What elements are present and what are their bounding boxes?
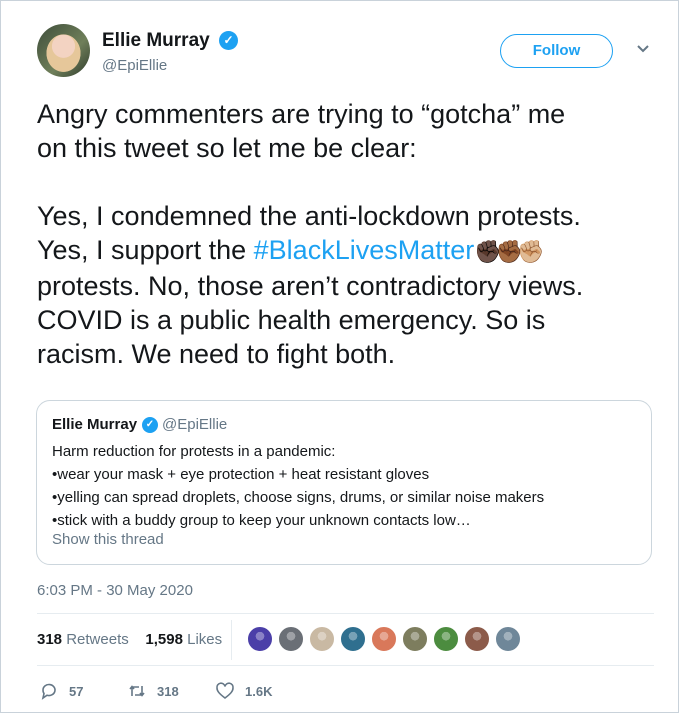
- tweet-text: Angry commenters are trying to “gotcha” …: [37, 97, 657, 371]
- liker-avatar[interactable]: [401, 625, 429, 653]
- quoted-author-handle: @EpiEllie: [162, 416, 228, 433]
- tweet-line: Yes, I support the #BlackLivesMatter✊🏿✊🏾…: [37, 233, 657, 269]
- retweet-count: 318: [157, 683, 179, 699]
- retweets-label: Retweets: [66, 631, 129, 648]
- like-count: 1.6K: [245, 683, 273, 699]
- tweet-line: Angry commenters are trying to “gotcha” …: [37, 99, 566, 129]
- likes-stat[interactable]: 1,598 Likes: [145, 631, 222, 648]
- liker-avatar[interactable]: [463, 625, 491, 653]
- retweet-button[interactable]: 318: [127, 679, 179, 703]
- verified-badge-icon: ✓: [219, 31, 238, 50]
- heart-icon: [216, 682, 234, 700]
- action-bar: 57 318 1.6K: [37, 679, 337, 703]
- tweet-line: COVID is a public health emergency. So i…: [37, 305, 546, 335]
- tweet-line: protests. No, those aren’t contradictory…: [37, 271, 584, 301]
- author-handle[interactable]: @EpiEllie: [102, 57, 167, 74]
- timestamp[interactable]: 6:03 PM - 30 May 2020: [37, 582, 193, 599]
- tweet-line: on this tweet so let me be clear:: [37, 133, 417, 163]
- liker-avatar[interactable]: [277, 625, 305, 653]
- quoted-tweet[interactable]: Ellie Murray ✓ @EpiEllie Harm reduction …: [36, 400, 652, 565]
- reply-button[interactable]: 57: [39, 679, 83, 703]
- divider: [37, 613, 654, 614]
- follow-button[interactable]: Follow: [500, 34, 613, 68]
- liker-avatar[interactable]: [370, 625, 398, 653]
- liker-avatar[interactable]: [308, 625, 336, 653]
- reply-icon: [41, 683, 56, 700]
- liker-avatar[interactable]: [432, 625, 460, 653]
- likes-label: Likes: [187, 631, 223, 648]
- tweet-card: Ellie Murray ✓ @EpiEllie Follow Angry co…: [0, 0, 679, 713]
- tweet-line-prefix: Yes, I support the: [37, 235, 254, 265]
- chevron-down-icon[interactable]: [635, 41, 651, 57]
- quoted-line: •stick with a buddy group to keep your u…: [52, 512, 471, 529]
- quoted-line: Harm reduction for protests in a pandemi…: [52, 443, 336, 460]
- retweet-icon: [129, 685, 145, 697]
- engagement-stats: 318 Retweets 1,598 Likes: [37, 631, 222, 648]
- divider: [37, 665, 654, 666]
- author-name[interactable]: Ellie Murray: [102, 30, 210, 52]
- show-thread-link[interactable]: Show this thread: [52, 531, 164, 548]
- raised-fist-emoji-icon: ✊🏿✊🏾✊🏼: [474, 239, 544, 264]
- liker-avatar[interactable]: [246, 625, 274, 653]
- liker-avatar[interactable]: [494, 625, 522, 653]
- quoted-author-name: Ellie Murray: [52, 416, 138, 433]
- quoted-line: •wear your mask + eye protection + heat …: [52, 466, 430, 483]
- quoted-tweet-text: Harm reduction for protests in a pandemi…: [52, 440, 642, 532]
- tweet-line: Yes, I condemned the anti-lockdown prote…: [37, 201, 581, 231]
- reply-count: 57: [69, 683, 84, 699]
- like-button[interactable]: 1.6K: [215, 679, 272, 703]
- stats-separator: [231, 620, 232, 660]
- tweet-line: racism. We need to fight both.: [37, 339, 396, 369]
- retweets-count: 318: [37, 631, 63, 648]
- hashtag-link[interactable]: #BlackLivesMatter: [254, 235, 475, 265]
- likes-count: 1,598: [145, 631, 183, 648]
- avatar[interactable]: [37, 24, 90, 77]
- liker-avatar[interactable]: [339, 625, 367, 653]
- retweets-stat[interactable]: 318 Retweets: [37, 631, 129, 648]
- verified-badge-icon: ✓: [142, 417, 158, 433]
- quoted-line: •yelling can spread droplets, choose sig…: [52, 489, 545, 506]
